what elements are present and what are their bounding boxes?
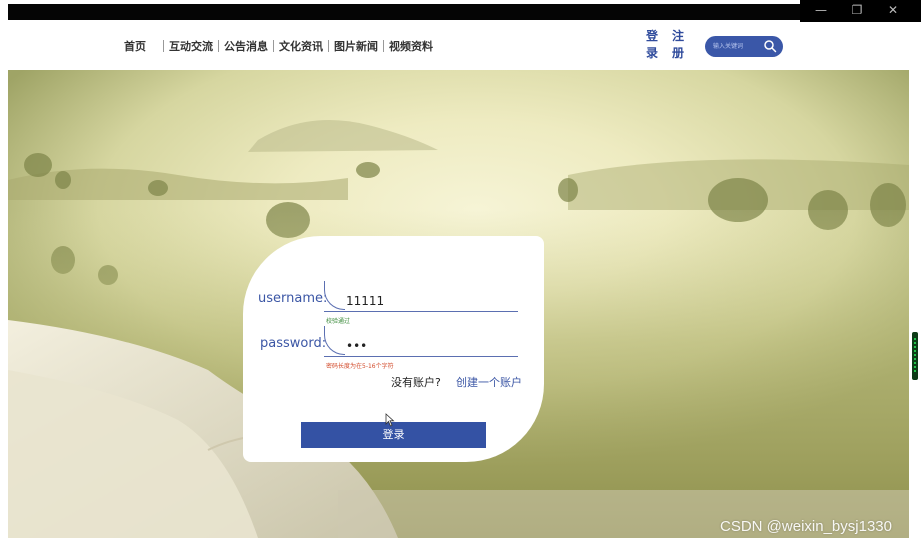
top-navbar: 首页 互动交流 公告消息 文化资讯 图片新闻 视频资料 登 录 注 册: [8, 22, 909, 70]
mouse-cursor-icon: [385, 413, 395, 427]
titlebar-strip: [8, 4, 800, 20]
field-decoration: [324, 281, 345, 310]
nav-divider: [383, 40, 384, 52]
nav-interaction[interactable]: 互动交流: [165, 38, 217, 54]
nav-videos[interactable]: 视频资料: [385, 38, 437, 54]
login-link-top: 登: [645, 29, 658, 43]
nav-culture-news[interactable]: 文化资讯: [275, 38, 327, 54]
scrollbar-thumb[interactable]: [912, 332, 918, 380]
login-link[interactable]: 登 录: [645, 28, 659, 62]
username-input[interactable]: [346, 293, 506, 309]
watermark: CSDN @weixin_bysj1330: [720, 518, 892, 535]
nav-announcements[interactable]: 公告消息: [220, 38, 272, 54]
password-label: password:: [260, 336, 327, 351]
login-link-bottom: 录: [645, 46, 658, 60]
nav-divider: [163, 40, 164, 52]
nav-links: 首页 互动交流 公告消息 文化资讯 图片新闻 视频资料: [120, 38, 437, 54]
username-label: username:: [258, 291, 328, 306]
search-box: [705, 36, 783, 57]
register-link-bottom: 册: [671, 46, 684, 60]
password-hint: 密码长度为在5-16个字符: [326, 363, 394, 370]
password-input[interactable]: [346, 338, 506, 354]
page-scrollbar[interactable]: [909, 22, 921, 538]
window-titlebar: — ❐ ✕: [0, 0, 921, 22]
search-icon[interactable]: [763, 39, 777, 53]
register-link-top: 注: [671, 29, 684, 43]
username-field: [324, 281, 518, 312]
create-account-link[interactable]: 创建一个账户: [456, 374, 522, 390]
nav-home[interactable]: 首页: [120, 38, 150, 54]
close-button[interactable]: ✕: [878, 2, 908, 18]
search-input[interactable]: [713, 40, 765, 53]
nav-picture-news[interactable]: 图片新闻: [330, 38, 382, 54]
minimize-button[interactable]: —: [806, 2, 836, 18]
nav-divider: [218, 40, 219, 52]
window-controls: — ❐ ✕: [800, 0, 921, 22]
nav-divider: [273, 40, 274, 52]
no-account-text: 没有账户?: [391, 376, 441, 389]
nav-divider: [328, 40, 329, 52]
field-decoration: [324, 326, 345, 355]
register-link[interactable]: 注 册: [671, 28, 685, 62]
restore-button[interactable]: ❐: [842, 2, 872, 18]
username-hint: 校验通过: [326, 318, 351, 325]
password-field: [324, 326, 518, 357]
